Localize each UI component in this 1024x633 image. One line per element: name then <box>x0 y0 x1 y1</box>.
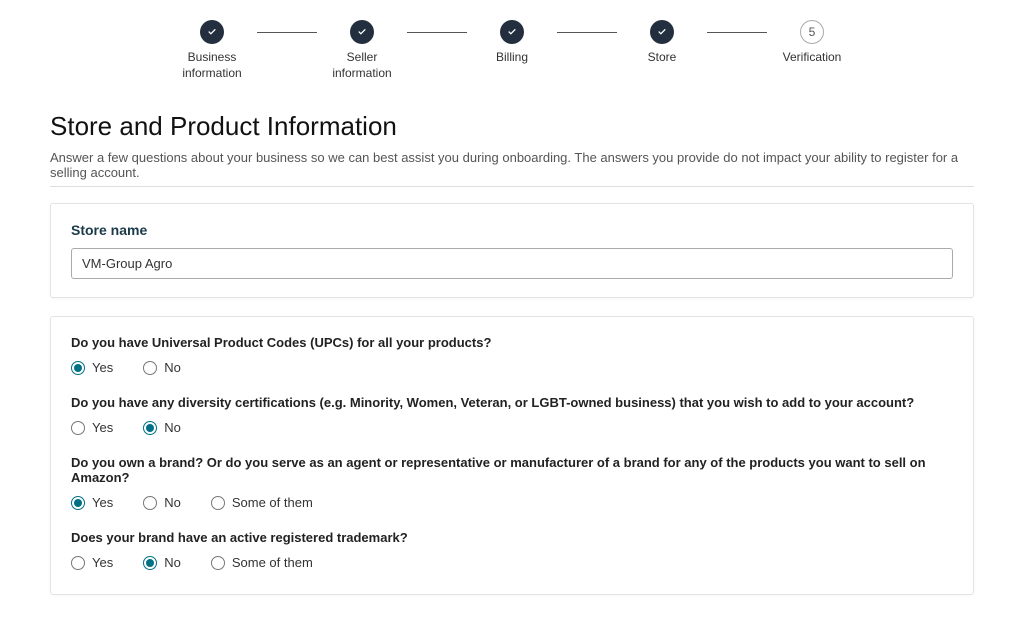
radio-input[interactable] <box>71 496 85 510</box>
radio-option-no[interactable]: No <box>143 555 181 570</box>
radio-label: No <box>164 420 181 435</box>
divider <box>50 186 974 187</box>
question-label: Do you have Universal Product Codes (UPC… <box>71 335 953 350</box>
radio-group: Yes No Some of them <box>71 555 953 570</box>
step-verification: 5 Verification <box>767 20 857 66</box>
radio-label: Some of them <box>232 495 313 510</box>
radio-input[interactable] <box>211 556 225 570</box>
step-seller-info: Seller information <box>317 20 407 81</box>
step-connector <box>407 32 467 33</box>
store-name-input[interactable] <box>71 248 953 279</box>
store-name-label: Store name <box>71 222 953 238</box>
radio-input[interactable] <box>71 421 85 435</box>
question-upc: Do you have Universal Product Codes (UPC… <box>71 335 953 375</box>
store-name-card: Store name <box>50 203 974 298</box>
radio-label: No <box>164 555 181 570</box>
radio-label: Yes <box>92 420 113 435</box>
radio-option-no[interactable]: No <box>143 420 181 435</box>
step-store: Store <box>617 20 707 66</box>
check-icon <box>650 20 674 44</box>
radio-option-no[interactable]: No <box>143 360 181 375</box>
step-label: Verification <box>783 50 842 66</box>
step-connector <box>557 32 617 33</box>
question-diversity: Do you have any diversity certifications… <box>71 395 953 435</box>
radio-input[interactable] <box>211 496 225 510</box>
question-label: Do you have any diversity certifications… <box>71 395 953 410</box>
page-subtitle: Answer a few questions about your busine… <box>50 150 974 180</box>
question-label: Do you own a brand? Or do you serve as a… <box>71 455 953 485</box>
step-label: Billing <box>496 50 528 66</box>
radio-input[interactable] <box>143 361 157 375</box>
page-title: Store and Product Information <box>50 111 974 142</box>
step-label: Store <box>648 50 677 66</box>
radio-label: No <box>164 360 181 375</box>
radio-label: Yes <box>92 495 113 510</box>
radio-input[interactable] <box>143 556 157 570</box>
radio-input[interactable] <box>143 421 157 435</box>
radio-group: Yes No Some of them <box>71 495 953 510</box>
radio-label: No <box>164 495 181 510</box>
radio-option-yes[interactable]: Yes <box>71 420 113 435</box>
radio-option-some[interactable]: Some of them <box>211 555 313 570</box>
check-icon <box>200 20 224 44</box>
step-label: Seller information <box>317 50 407 81</box>
radio-label: Yes <box>92 360 113 375</box>
radio-option-no[interactable]: No <box>143 495 181 510</box>
radio-input[interactable] <box>143 496 157 510</box>
radio-option-yes[interactable]: Yes <box>71 360 113 375</box>
radio-option-yes[interactable]: Yes <box>71 555 113 570</box>
step-label: Business information <box>167 50 257 81</box>
radio-input[interactable] <box>71 556 85 570</box>
question-label: Does your brand have an active registere… <box>71 530 953 545</box>
question-brand-owner: Do you own a brand? Or do you serve as a… <box>71 455 953 510</box>
radio-group: Yes No <box>71 360 953 375</box>
radio-label: Yes <box>92 555 113 570</box>
progress-stepper: Business information Seller information … <box>50 20 974 81</box>
radio-option-yes[interactable]: Yes <box>71 495 113 510</box>
check-icon <box>500 20 524 44</box>
step-connector <box>257 32 317 33</box>
step-connector <box>707 32 767 33</box>
radio-option-some[interactable]: Some of them <box>211 495 313 510</box>
radio-group: Yes No <box>71 420 953 435</box>
step-number: 5 <box>800 20 824 44</box>
check-icon <box>350 20 374 44</box>
step-billing: Billing <box>467 20 557 66</box>
step-business-info: Business information <box>167 20 257 81</box>
question-trademark: Does your brand have an active registere… <box>71 530 953 570</box>
radio-label: Some of them <box>232 555 313 570</box>
radio-input[interactable] <box>71 361 85 375</box>
questions-card: Do you have Universal Product Codes (UPC… <box>50 316 974 595</box>
